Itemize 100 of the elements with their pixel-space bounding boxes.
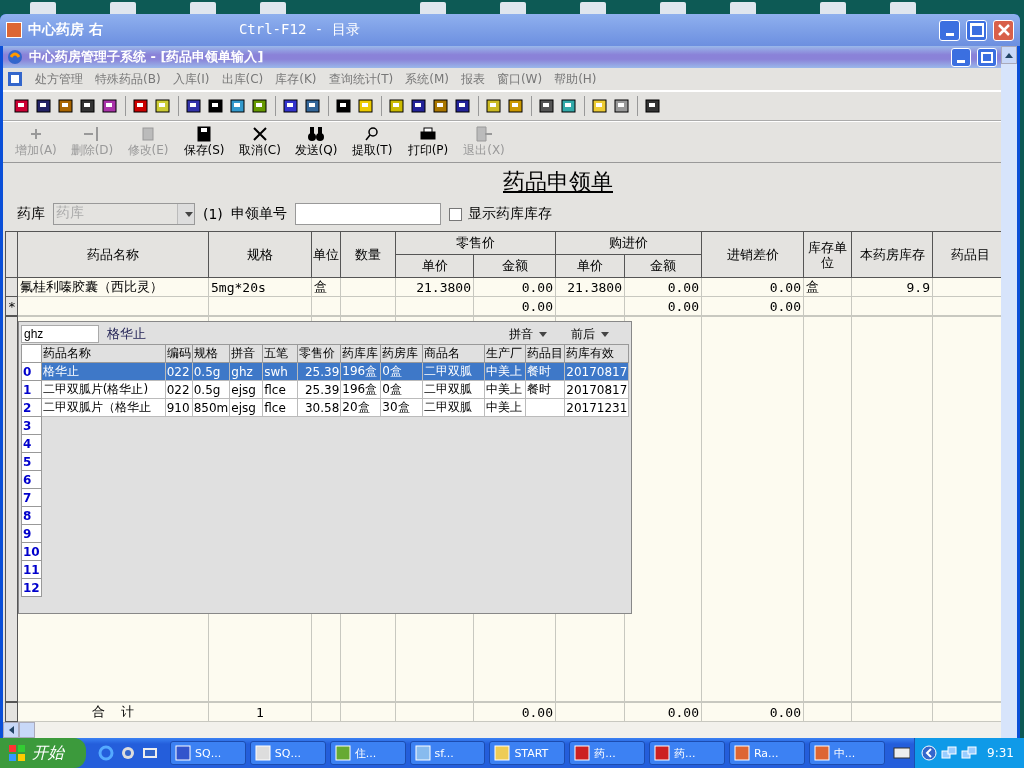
- table-cell[interactable]: 850m: [193, 400, 229, 415]
- table-cell[interactable]: 20170817: [566, 382, 628, 397]
- toolbar-button[interactable]: 提取(T): [345, 125, 399, 159]
- toolbar-button[interactable]: 发送(Q): [289, 125, 343, 159]
- taskbar-button[interactable]: 药...: [569, 741, 646, 765]
- toolbar-icon[interactable]: [560, 97, 578, 115]
- column-header[interactable]: 药品目: [932, 231, 1001, 278]
- column-header[interactable]: 药房库: [380, 344, 423, 363]
- form-title: 药品申领单: [503, 168, 613, 196]
- toolbar-button[interactable]: 打印(P): [401, 125, 455, 159]
- start-button[interactable]: 开始: [0, 738, 86, 768]
- toolbar-icon[interactable]: [538, 97, 556, 115]
- column-header[interactable]: 药品名称: [41, 344, 166, 363]
- column-header[interactable]: 生产厂: [484, 344, 526, 363]
- taskbar-button[interactable]: SQ...: [170, 741, 246, 765]
- window-icon: [414, 745, 431, 761]
- column-header[interactable]: 本药房库存: [851, 231, 933, 278]
- vertical-scrollbar[interactable]: [1001, 46, 1017, 738]
- menu-item[interactable]: 窗口(W): [496, 70, 543, 88]
- order-number-field[interactable]: [294, 203, 441, 225]
- toolbar-icon[interactable]: [304, 97, 322, 115]
- column-header[interactable]: 药品名称: [17, 231, 209, 278]
- row-marker: *: [8, 298, 16, 314]
- column-header[interactable]: 编码: [165, 344, 193, 363]
- menu-item[interactable]: 特殊药品(B): [95, 70, 161, 88]
- desktop-icon[interactable]: [142, 745, 158, 761]
- toolbar-button[interactable]: 取消(C): [233, 125, 287, 159]
- toolbar-icon[interactable]: [101, 97, 119, 115]
- column-header[interactable]: 进销差价: [701, 231, 804, 278]
- keyboard-icon[interactable]: [892, 746, 911, 760]
- column-header[interactable]: 规格: [192, 344, 230, 363]
- column-header[interactable]: 药库有效: [564, 344, 629, 363]
- total-cell: 1: [256, 704, 264, 720]
- menu-item[interactable]: 系统(M): [405, 70, 449, 88]
- toolbar-icon[interactable]: [388, 97, 406, 115]
- toolbar-icon[interactable]: [454, 97, 472, 115]
- menu-item[interactable]: 报表: [460, 70, 485, 88]
- field-label: 药库: [17, 205, 45, 223]
- menu-item[interactable]: 查询统计(T): [328, 70, 394, 88]
- close-button[interactable]: [993, 19, 1014, 41]
- toolbar-icon[interactable]: [644, 97, 662, 115]
- column-header[interactable]: 数量: [340, 231, 396, 278]
- toolbar-icon[interactable]: [57, 97, 75, 115]
- menu-item[interactable]: 帮助(H): [554, 70, 597, 88]
- document-icon[interactable]: [7, 71, 23, 87]
- column-header[interactable]: 库存单位: [803, 231, 852, 278]
- column-header[interactable]: 规格: [208, 231, 312, 278]
- table-cell[interactable]: 20171231: [566, 400, 628, 415]
- horizontal-scrollbar[interactable]: [3, 722, 1001, 738]
- search-field[interactable]: ghz: [21, 325, 99, 343]
- toolbar-icon[interactable]: [229, 97, 247, 115]
- toolbar-icon[interactable]: [154, 97, 172, 115]
- toolbar-icon[interactable]: [13, 97, 31, 115]
- toolbar-icon[interactable]: [185, 97, 203, 115]
- toolbar-icon[interactable]: [507, 97, 525, 115]
- menu-item[interactable]: 出库(C): [221, 70, 264, 88]
- taskbar-button[interactable]: SQ...: [249, 741, 326, 765]
- settings-icon[interactable]: [120, 745, 136, 761]
- toolbar-icon[interactable]: [410, 97, 428, 115]
- menu-item[interactable]: 库存(K): [275, 70, 317, 88]
- taskbar-button[interactable]: sf...: [409, 741, 486, 765]
- table-cell: 0.00: [769, 298, 801, 314]
- network-icon[interactable]: [961, 745, 978, 761]
- toolbar-icon[interactable]: [613, 97, 631, 115]
- column-header[interactable]: 拼音: [229, 344, 263, 363]
- toolbar-icon[interactable]: [251, 97, 269, 115]
- toolbar-icon[interactable]: [35, 97, 53, 115]
- network-icon[interactable]: [941, 745, 958, 761]
- minimize-button[interactable]: [939, 19, 960, 41]
- column-header[interactable]: 商品名: [422, 344, 485, 363]
- show-stock-checkbox[interactable]: 显示药库库存: [448, 205, 552, 223]
- taskbar-button[interactable]: Ra...: [728, 741, 805, 765]
- column-header[interactable]: 零售价: [297, 344, 341, 363]
- maximize-button[interactable]: [966, 19, 987, 41]
- column-header[interactable]: 单位: [311, 231, 341, 278]
- toolbar-icon[interactable]: [79, 97, 97, 115]
- toolbar-icon[interactable]: [485, 97, 503, 115]
- chevron-icon[interactable]: [921, 745, 938, 761]
- toolbar-icon[interactable]: [335, 97, 353, 115]
- column-header[interactable]: 药库库: [340, 344, 381, 363]
- toolbar-icon[interactable]: [207, 97, 225, 115]
- store-count: (1): [203, 206, 223, 222]
- column-header[interactable]: 五笔: [262, 344, 298, 363]
- table-cell[interactable]: 20170817: [566, 364, 628, 379]
- sort-dropdown[interactable]: 前后: [571, 325, 610, 343]
- restore-button[interactable]: [977, 47, 997, 67]
- toolbar-icon[interactable]: [282, 97, 300, 115]
- sort-dropdown[interactable]: 拼音: [509, 325, 548, 343]
- taskbar-button[interactable]: 药...: [649, 741, 725, 765]
- taskbar-button[interactable]: 中...: [808, 741, 885, 765]
- toolbar-button[interactable]: 保存(S): [177, 125, 231, 159]
- table-cell: 9.9: [906, 279, 930, 295]
- taskbar-button[interactable]: START: [489, 741, 566, 765]
- column-header[interactable]: 药品目: [525, 344, 565, 363]
- toolbar-icon[interactable]: [132, 97, 150, 115]
- taskbar-button[interactable]: 住...: [329, 741, 406, 765]
- menu-item[interactable]: 入库(I): [172, 70, 210, 88]
- toolbar-icon[interactable]: [432, 97, 450, 115]
- minimize-button[interactable]: [951, 47, 971, 67]
- menu-item[interactable]: 处方管理: [35, 70, 83, 88]
